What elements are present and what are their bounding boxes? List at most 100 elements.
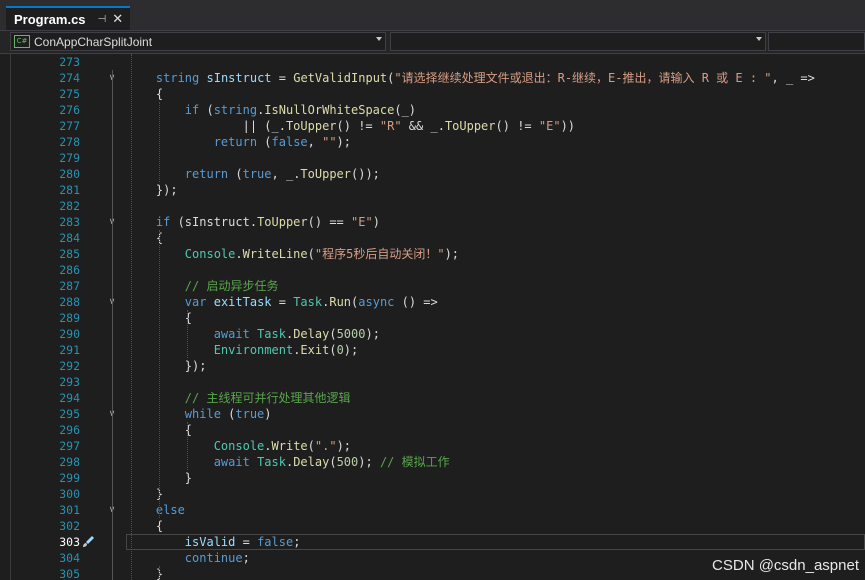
- code-token: (: [307, 247, 315, 261]
- code-text[interactable]: var exitTask = Task.Run(async () =>: [127, 294, 438, 310]
- code-line[interactable]: 302 {: [0, 518, 865, 534]
- code-line[interactable]: 276 if (string.IsNullOrWhiteSpace(_): [0, 102, 865, 118]
- code-token: "请选择继续处理文件或退出：R-继续，E-推出，请输入 R 或 E : ": [394, 71, 772, 85]
- code-token: );: [336, 135, 351, 149]
- code-line[interactable]: 277 || (_.ToUpper() != "R" && _.ToUpper(…: [0, 118, 865, 134]
- code-token: (: [307, 439, 315, 453]
- code-token: });: [127, 183, 178, 197]
- code-token: )): [560, 119, 576, 133]
- project-dropdown[interactable]: C# ConAppCharSplitJoint: [10, 32, 386, 51]
- code-line[interactable]: 291 Environment.Exit(0);: [0, 342, 865, 358]
- code-line[interactable]: 297 Console.Write(".");: [0, 438, 865, 454]
- code-token: WriteLine: [242, 247, 308, 261]
- code-line[interactable]: 282: [0, 198, 865, 214]
- line-number: 273: [59, 55, 80, 69]
- code-line[interactable]: 281 });: [0, 182, 865, 198]
- code-line[interactable]: 292 });: [0, 358, 865, 374]
- code-line[interactable]: 295∨ while (true): [0, 406, 865, 422]
- code-token: ToUpper: [300, 167, 351, 181]
- code-line[interactable]: 278 return (false, "");: [0, 134, 865, 150]
- code-token: await: [213, 327, 250, 341]
- code-token: ,: [307, 135, 323, 149]
- code-editor[interactable]: 273274∨ string sInstruct = GetValidInput…: [0, 54, 865, 580]
- code-text[interactable]: });: [127, 358, 207, 374]
- code-text[interactable]: isValid = false;: [127, 534, 301, 550]
- close-icon[interactable]: ✕: [112, 12, 123, 27]
- code-text[interactable]: || (_.ToUpper() != "R" && _.ToUpper() !=…: [127, 118, 575, 134]
- code-text[interactable]: return (true, _.ToUpper());: [127, 166, 380, 182]
- code-line[interactable]: 296 {: [0, 422, 865, 438]
- code-text[interactable]: if (sInstruct.ToUpper() == "E"): [127, 214, 380, 230]
- paintbrush-icon[interactable]: [80, 534, 96, 550]
- code-text[interactable]: continue;: [127, 550, 250, 566]
- tab-title[interactable]: Program.cs: [14, 12, 86, 27]
- tab-program-cs[interactable]: Program.cs ⊣ ✕: [6, 6, 130, 30]
- line-number: 296: [59, 423, 80, 437]
- code-token: if: [184, 103, 200, 117]
- outlining-bar: [112, 70, 113, 580]
- code-token: Task: [257, 327, 286, 341]
- code-token: Console: [184, 247, 236, 261]
- code-text[interactable]: if (string.IsNullOrWhiteSpace(_): [127, 102, 416, 118]
- code-line[interactable]: 280 return (true, _.ToUpper());: [0, 166, 865, 182]
- code-line[interactable]: 301∨ else: [0, 502, 865, 518]
- line-number: 295: [59, 407, 80, 421]
- code-text[interactable]: await Task.Delay(500); // 模拟工作: [127, 454, 450, 470]
- code-text[interactable]: else: [127, 502, 185, 518]
- code-token: , _ =>: [771, 71, 815, 85]
- code-line[interactable]: 288∨ var exitTask = Task.Run(async () =>: [0, 294, 865, 310]
- line-number: 278: [59, 135, 80, 149]
- code-token: Exit: [300, 343, 330, 357]
- code-token: Delay: [293, 455, 330, 469]
- code-line[interactable]: 300 }: [0, 486, 865, 502]
- line-number: 275: [59, 87, 80, 101]
- line-number: 292: [59, 359, 80, 373]
- code-text[interactable]: Environment.Exit(0);: [127, 342, 359, 358]
- line-number: 274: [59, 71, 80, 85]
- code-line[interactable]: 290 await Task.Delay(5000);: [0, 326, 865, 342]
- code-line[interactable]: 275 {: [0, 86, 865, 102]
- type-dropdown[interactable]: [390, 32, 766, 51]
- code-text[interactable]: Console.WriteLine("程序5秒后自动关闭！");: [127, 246, 459, 262]
- code-line[interactable]: 286: [0, 262, 865, 278]
- code-line[interactable]: 299 }: [0, 470, 865, 486]
- code-line[interactable]: 287 // 启动异步任务: [0, 278, 865, 294]
- code-token: Environment: [213, 343, 294, 357]
- code-line[interactable]: 283∨ if (sInstruct.ToUpper() == "E"): [0, 214, 865, 230]
- code-token: ToUpper: [257, 215, 308, 229]
- line-number: 301: [59, 503, 80, 517]
- code-text[interactable]: // 启动异步任务: [127, 278, 279, 294]
- code-token: =: [271, 71, 294, 85]
- code-line[interactable]: 294 // 主线程可并行处理其他逻辑: [0, 390, 865, 406]
- code-text[interactable]: string sInstruct = GetValidInput("请选择继续处…: [127, 70, 815, 86]
- code-text[interactable]: await Task.Delay(5000);: [127, 326, 380, 342]
- code-line[interactable]: 274∨ string sInstruct = GetValidInput("请…: [0, 70, 865, 86]
- code-token: =: [235, 535, 258, 549]
- code-line[interactable]: 303 isValid = false;: [0, 534, 865, 550]
- chevron-down-icon[interactable]: [376, 37, 382, 41]
- code-line[interactable]: 273: [0, 54, 865, 70]
- code-line[interactable]: 289 {: [0, 310, 865, 326]
- code-text[interactable]: });: [127, 182, 178, 198]
- code-token: true: [242, 167, 272, 181]
- code-token: exitTask: [213, 295, 272, 309]
- member-dropdown[interactable]: [768, 32, 865, 51]
- line-number: 302: [59, 519, 80, 533]
- code-line[interactable]: 279: [0, 150, 865, 166]
- code-line[interactable]: 284 {: [0, 230, 865, 246]
- code-line[interactable]: 298 await Task.Delay(500); // 模拟工作: [0, 454, 865, 470]
- chevron-down-icon[interactable]: [756, 37, 762, 41]
- code-line[interactable]: 293: [0, 374, 865, 390]
- code-token: () ==: [307, 215, 351, 229]
- code-token: "R": [379, 119, 402, 133]
- pin-icon[interactable]: ⊣: [98, 14, 107, 25]
- code-line[interactable]: 285 Console.WriteLine("程序5秒后自动关闭！");: [0, 246, 865, 262]
- code-token: (_): [394, 103, 417, 117]
- code-text[interactable]: while (true): [127, 406, 272, 422]
- line-number: 300: [59, 487, 80, 501]
